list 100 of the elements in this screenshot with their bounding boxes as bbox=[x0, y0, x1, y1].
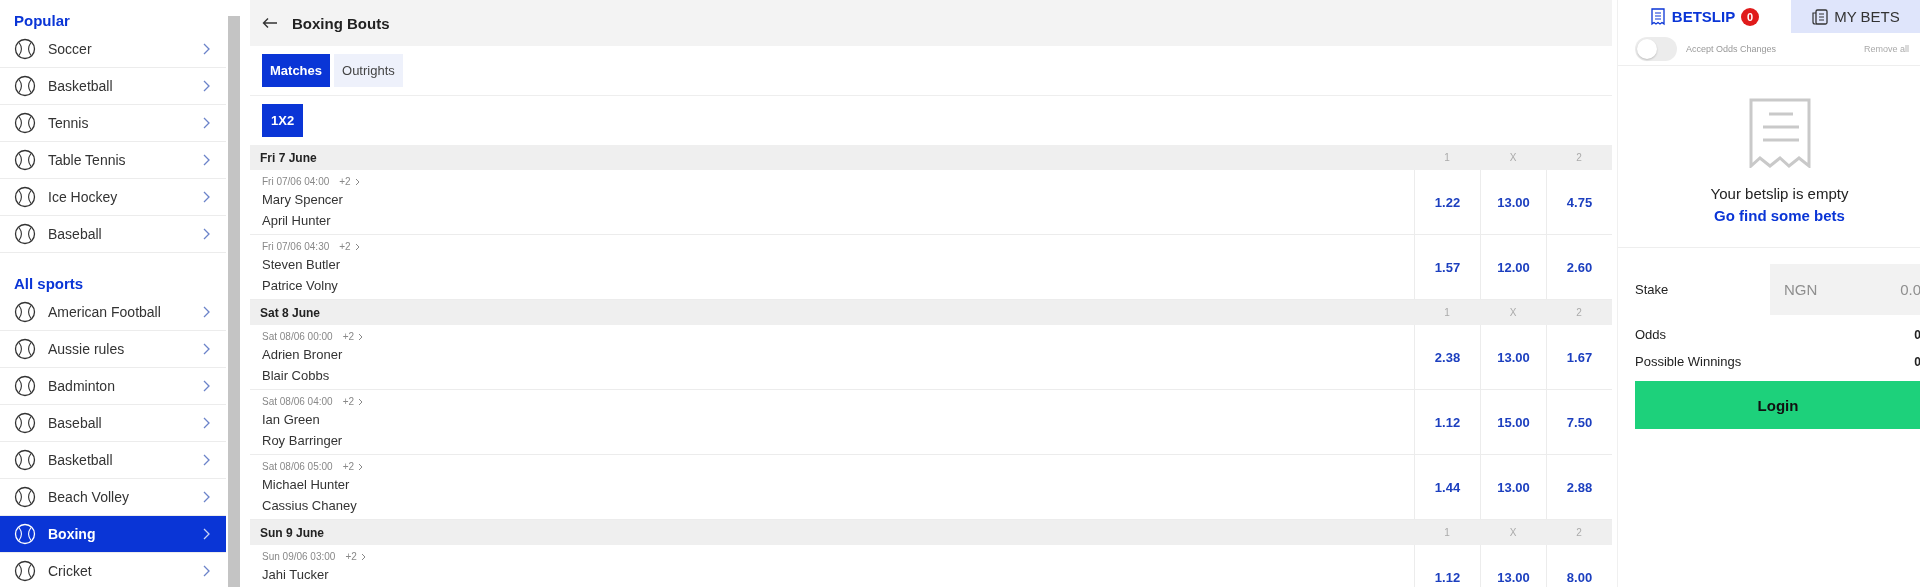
player-name: Patrice Volny bbox=[262, 277, 339, 295]
match-time: Sun 09/06 03:00 bbox=[262, 551, 336, 562]
tab[interactable]: Outrights bbox=[334, 54, 403, 87]
chevron-right-icon bbox=[202, 191, 210, 203]
sidebar-item[interactable]: Cricket bbox=[0, 553, 226, 587]
odds-label: Odds bbox=[1635, 327, 1668, 342]
ball-icon bbox=[14, 301, 36, 323]
sidebar-item[interactable]: Aussie rules bbox=[0, 331, 226, 368]
chevron-right-icon bbox=[202, 154, 210, 166]
scrollbar[interactable] bbox=[228, 16, 240, 587]
chevron-right-icon bbox=[202, 417, 210, 429]
ball-icon bbox=[14, 523, 36, 545]
tab[interactable]: Matches bbox=[262, 54, 331, 87]
player-name: Ian Green bbox=[262, 411, 321, 429]
column-label: X bbox=[1508, 152, 1518, 163]
more-markets-link[interactable]: +2 bbox=[339, 241, 360, 252]
ball-icon bbox=[14, 375, 36, 397]
player-name: Blair Cobbs bbox=[262, 367, 331, 385]
column-label: 1 bbox=[1443, 307, 1451, 318]
ball-icon bbox=[14, 560, 36, 582]
chevron-right-icon bbox=[202, 491, 210, 503]
more-markets-link[interactable]: +2 bbox=[345, 551, 366, 562]
possible-winnings-label: Possible Winnings bbox=[1635, 354, 1743, 369]
ball-icon bbox=[14, 75, 36, 97]
ball-icon bbox=[14, 112, 36, 134]
back-arrow-icon bbox=[262, 17, 278, 29]
page-title: Boxing Bouts bbox=[292, 14, 390, 32]
player-name: Jahi Tucker bbox=[262, 566, 330, 584]
more-markets-link[interactable]: +2 bbox=[342, 331, 364, 342]
chevron-right-icon bbox=[202, 343, 210, 355]
ball-icon bbox=[14, 38, 36, 60]
chevron-right-icon bbox=[202, 80, 210, 92]
chevron-right-icon bbox=[358, 397, 364, 406]
player-name: Michael Hunter bbox=[262, 476, 351, 494]
count-badge: 0 bbox=[1741, 7, 1760, 26]
chevron-right-icon bbox=[202, 565, 210, 577]
player-name: Mary Spencer bbox=[262, 191, 344, 209]
chevron-right-icon bbox=[358, 462, 364, 471]
match-time: Fri 07/06 04:30 bbox=[262, 241, 330, 252]
back-button[interactable] bbox=[262, 17, 278, 29]
more-markets-link[interactable]: +2 bbox=[342, 396, 364, 407]
chevron-right-icon bbox=[202, 117, 210, 129]
chevron-right-icon bbox=[202, 528, 210, 540]
match-time: Sat 08/06 05:00 bbox=[262, 461, 333, 472]
sidebar-item[interactable]: Soccer bbox=[0, 31, 226, 68]
date-label: Fri 7 June bbox=[259, 150, 318, 165]
date-label: Sat 8 June bbox=[259, 305, 322, 320]
column-label: 2 bbox=[1575, 527, 1583, 538]
toggle-label: Accept Odds Changes bbox=[1686, 44, 1778, 54]
empty-message: Your betslip is empty bbox=[1710, 185, 1849, 202]
date-label: Sun 9 June bbox=[259, 525, 325, 540]
market-tab[interactable]: 1X2 bbox=[262, 104, 304, 137]
chevron-right-icon bbox=[354, 177, 360, 186]
more-markets-link[interactable]: +2 bbox=[339, 176, 360, 187]
player-name: Adrien Broner bbox=[262, 346, 344, 364]
sidebar-item[interactable]: Basketball bbox=[0, 68, 226, 105]
ball-icon bbox=[14, 449, 36, 471]
column-label: 2 bbox=[1575, 307, 1583, 318]
possible-winnings-value: 0 bbox=[1914, 354, 1920, 369]
match-time: Fri 07/06 04:00 bbox=[262, 176, 330, 187]
sidebar-item[interactable]: Table Tennis bbox=[0, 142, 226, 179]
betslip-tab[interactable]: MY BETS bbox=[1791, 0, 1920, 33]
match-time: Sat 08/06 00:00 bbox=[262, 331, 333, 342]
sidebar-item[interactable]: Tennis bbox=[0, 105, 226, 142]
player-name: Cassius Chaney bbox=[262, 497, 358, 515]
find-bets-link[interactable]: Go find some bets bbox=[1714, 207, 1845, 224]
chevron-right-icon bbox=[202, 454, 210, 466]
ball-icon bbox=[14, 223, 36, 245]
odds-value: 0 bbox=[1914, 327, 1920, 342]
chevron-right-icon bbox=[360, 552, 366, 561]
receipt-icon bbox=[1649, 7, 1666, 26]
column-label: 1 bbox=[1443, 527, 1451, 538]
player-name: Roy Barringer bbox=[262, 432, 344, 450]
more-markets-link[interactable]: +2 bbox=[342, 461, 364, 472]
chevron-right-icon bbox=[202, 380, 210, 392]
match-time: Sat 08/06 04:00 bbox=[262, 396, 333, 407]
stake-label: Stake bbox=[1635, 282, 1670, 297]
section-heading: All sports bbox=[13, 274, 85, 294]
sidebar-item[interactable]: Basketball bbox=[0, 442, 226, 479]
toggle-switch[interactable] bbox=[1635, 37, 1677, 61]
ball-icon bbox=[14, 149, 36, 171]
chevron-right-icon bbox=[202, 228, 210, 240]
chevron-right-icon bbox=[202, 43, 210, 55]
newspaper-icon bbox=[1812, 7, 1829, 26]
player-name: Steven Butler bbox=[262, 256, 342, 274]
login-button[interactable]: Login bbox=[1635, 381, 1920, 429]
sidebar-item[interactable]: Ice Hockey bbox=[0, 179, 226, 216]
sidebar-item[interactable]: Boxing bbox=[0, 516, 226, 553]
player-name: April Hunter bbox=[262, 212, 332, 230]
chevron-right-icon bbox=[358, 332, 364, 341]
sidebar-item[interactable]: American Football bbox=[0, 294, 226, 331]
receipt-icon bbox=[1748, 98, 1811, 168]
sidebar-item[interactable]: Baseball bbox=[0, 216, 226, 253]
ball-icon bbox=[14, 486, 36, 508]
ball-icon bbox=[14, 412, 36, 434]
column-label: 1 bbox=[1443, 152, 1451, 163]
column-label: X bbox=[1508, 527, 1518, 538]
chevron-right-icon bbox=[202, 306, 210, 318]
sidebar-item[interactable]: Badminton bbox=[0, 368, 226, 405]
sidebar-item[interactable]: Baseball bbox=[0, 405, 226, 442]
